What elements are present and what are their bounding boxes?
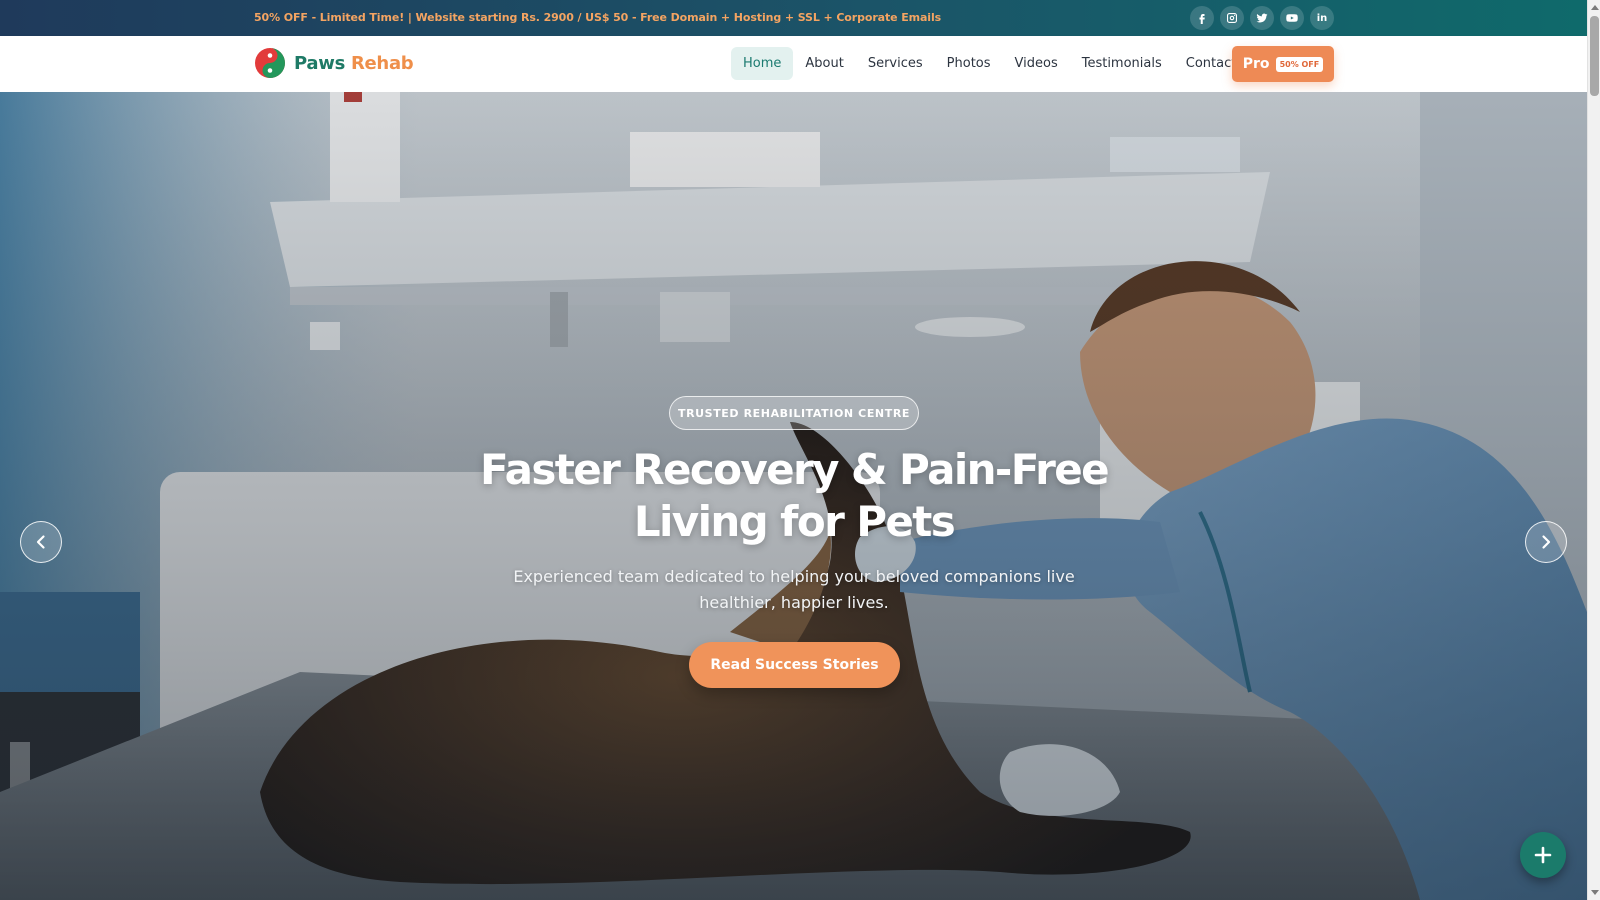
hero-badge: TRUSTED REHABILITATION CENTRE — [669, 396, 919, 430]
instagram-icon — [1227, 13, 1237, 23]
twitter-icon — [1256, 13, 1268, 23]
pro-label: Pro — [1242, 56, 1270, 72]
brand-name: Paws Rehab — [294, 52, 414, 74]
linkedin-icon: in — [1316, 12, 1328, 24]
nav-videos[interactable]: Videos — [1003, 47, 1070, 80]
nav-testimonials[interactable]: Testimonials — [1070, 47, 1174, 80]
nav-services[interactable]: Services — [856, 47, 935, 80]
pro-button[interactable]: Pro 50% OFF — [1232, 46, 1334, 82]
site-header: Paws Rehab Home About Services Photos Vi… — [0, 36, 1587, 92]
hero-headline-line2: Living for Pets — [633, 497, 956, 546]
read-success-stories-button[interactable]: Read Success Stories — [689, 642, 900, 688]
chevron-right-icon — [1542, 535, 1551, 549]
nav-photos[interactable]: Photos — [935, 47, 1003, 80]
facebook-icon — [1199, 14, 1205, 24]
brand-name-part2: Rehab — [350, 52, 414, 74]
nav-home[interactable]: Home — [731, 47, 794, 80]
youtube-link[interactable] — [1280, 6, 1304, 30]
twitter-link[interactable] — [1250, 6, 1274, 30]
promo-bar: 50% OFF - Limited Time! | Website starti… — [0, 0, 1587, 36]
brand-name-part1: Paws — [294, 52, 345, 74]
nav-about[interactable]: About — [793, 47, 855, 80]
chevron-left-icon — [36, 535, 45, 549]
linkedin-link[interactable]: in — [1310, 6, 1334, 30]
floating-action-button[interactable] — [1520, 832, 1566, 878]
instagram-link[interactable] — [1220, 6, 1244, 30]
scroll-down-arrow[interactable] — [1591, 890, 1599, 895]
logo-icon — [255, 48, 285, 78]
hero-subtitle: Experienced team dedicated to helping yo… — [513, 567, 1075, 612]
logo[interactable]: Paws Rehab — [254, 47, 414, 79]
promo-text: 50% OFF - Limited Time! | Website starti… — [254, 11, 942, 24]
hero-slider: TRUSTED REHABILITATION CENTRE Faster Rec… — [0, 92, 1587, 900]
scroll-thumb[interactable] — [1590, 16, 1599, 96]
scroll-up-arrow[interactable] — [1591, 5, 1599, 10]
plus-icon — [1534, 846, 1552, 864]
slider-prev-button[interactable] — [20, 521, 62, 563]
slider-next-button[interactable] — [1525, 521, 1567, 563]
social-links: in — [1190, 6, 1334, 30]
hero-headline: Faster Recovery & Pain-Free Living for P… — [394, 444, 1194, 548]
page-scrollbar[interactable] — [1587, 0, 1600, 900]
facebook-link[interactable] — [1190, 6, 1214, 30]
main-nav: Home About Services Photos Videos Testim… — [731, 47, 1248, 80]
youtube-icon — [1286, 14, 1298, 22]
discount-badge: 50% OFF — [1275, 56, 1324, 72]
hero-headline-line1: Faster Recovery & Pain-Free — [479, 445, 1110, 494]
